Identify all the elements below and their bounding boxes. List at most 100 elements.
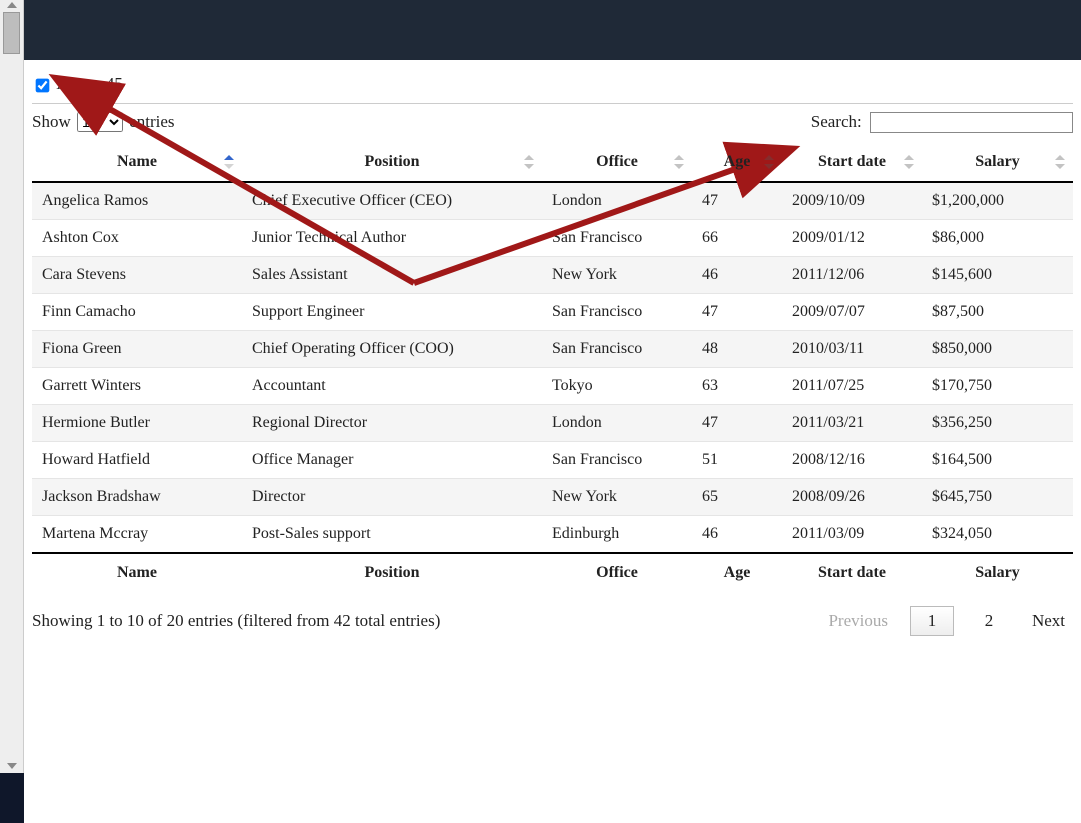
cell-name: Finn Camacho [32, 293, 242, 330]
table-row: Fiona GreenChief Operating Officer (COO)… [32, 330, 1073, 367]
cell-start_date: 2011/03/09 [782, 515, 922, 553]
cell-name: Jackson Bradshaw [32, 478, 242, 515]
col-header-age[interactable]: Age [692, 143, 782, 182]
col-header-salary[interactable]: Salary [922, 143, 1073, 182]
header-band [24, 0, 1081, 60]
cell-start_date: 2011/03/21 [782, 404, 922, 441]
filter-above-45[interactable]: Above 45 [32, 74, 123, 93]
table-body: Angelica RamosChief Executive Officer (C… [32, 182, 1073, 553]
sort-both-icon [764, 155, 774, 169]
cell-office: San Francisco [542, 441, 692, 478]
col-header-office[interactable]: Office [542, 143, 692, 182]
cell-start_date: 2008/09/26 [782, 478, 922, 515]
cell-salary: $645,750 [922, 478, 1073, 515]
filter-above-45-checkbox[interactable] [36, 78, 50, 92]
cell-name: Garrett Winters [32, 367, 242, 404]
table-row: Finn CamachoSupport EngineerSan Francisc… [32, 293, 1073, 330]
search-input[interactable] [870, 112, 1073, 133]
col-label: Office [596, 153, 638, 170]
sort-asc-icon [224, 155, 234, 169]
search-label: Search: [811, 112, 862, 131]
cell-office: Tokyo [542, 367, 692, 404]
filter-above-45-label: Above 45 [56, 74, 123, 93]
table-row: Hermione ButlerRegional DirectorLondon47… [32, 404, 1073, 441]
table-row: Garrett WintersAccountantTokyo632011/07/… [32, 367, 1073, 404]
sort-both-icon [524, 155, 534, 169]
col-header-position[interactable]: Position [242, 143, 542, 182]
sort-both-icon [674, 155, 684, 169]
cell-office: London [542, 182, 692, 220]
col-footer: Salary [922, 553, 1073, 592]
cell-age: 51 [692, 441, 782, 478]
page-button-2[interactable]: 2 [968, 607, 1010, 635]
cell-position: Office Manager [242, 441, 542, 478]
cell-age: 63 [692, 367, 782, 404]
cell-position: Director [242, 478, 542, 515]
page-length-control: Show 102550100 entries [32, 112, 175, 132]
col-label: Age [724, 153, 751, 170]
table-row: Angelica RamosChief Executive Officer (C… [32, 182, 1073, 220]
cell-start_date: 2011/07/25 [782, 367, 922, 404]
sort-both-icon [904, 155, 914, 169]
cell-position: Chief Executive Officer (CEO) [242, 182, 542, 220]
search-control: Search: [811, 112, 1073, 133]
previous-button[interactable]: Previous [820, 607, 896, 635]
pagination: Previous 12 Next [820, 606, 1073, 636]
col-header-name[interactable]: Name [32, 143, 242, 182]
page-length-select[interactable]: 102550100 [77, 112, 123, 132]
cell-start_date: 2009/10/09 [782, 182, 922, 220]
cell-salary: $87,500 [922, 293, 1073, 330]
cell-office: San Francisco [542, 219, 692, 256]
scrollbar-thumb[interactable] [3, 12, 20, 54]
scroll-down-icon [7, 763, 17, 769]
cell-age: 65 [692, 478, 782, 515]
separator [32, 103, 1073, 104]
cell-start_date: 2009/07/07 [782, 293, 922, 330]
col-label: Name [117, 153, 157, 170]
cell-age: 47 [692, 182, 782, 220]
cell-age: 66 [692, 219, 782, 256]
col-label: Position [364, 153, 419, 170]
cell-position: Junior Technical Author [242, 219, 542, 256]
cell-office: New York [542, 478, 692, 515]
cell-age: 47 [692, 404, 782, 441]
scroll-up-icon [7, 2, 17, 8]
cell-age: 47 [692, 293, 782, 330]
table-row: Jackson BradshawDirectorNew York652008/0… [32, 478, 1073, 515]
table-row: Cara StevensSales AssistantNew York46201… [32, 256, 1073, 293]
table-row: Martena MccrayPost-Sales supportEdinburg… [32, 515, 1073, 553]
cell-name: Angelica Ramos [32, 182, 242, 220]
cell-name: Hermione Butler [32, 404, 242, 441]
cell-salary: $86,000 [922, 219, 1073, 256]
cell-office: Edinburgh [542, 515, 692, 553]
table-row: Howard HatfieldOffice ManagerSan Francis… [32, 441, 1073, 478]
cell-position: Post-Sales support [242, 515, 542, 553]
col-footer: Age [692, 553, 782, 592]
cell-name: Howard Hatfield [32, 441, 242, 478]
page-button-1[interactable]: 1 [910, 606, 954, 636]
sort-both-icon [1055, 155, 1065, 169]
cell-position: Chief Operating Officer (COO) [242, 330, 542, 367]
cell-office: New York [542, 256, 692, 293]
cell-position: Accountant [242, 367, 542, 404]
cell-start_date: 2010/03/11 [782, 330, 922, 367]
cell-start_date: 2009/01/12 [782, 219, 922, 256]
cell-start_date: 2008/12/16 [782, 441, 922, 478]
cell-salary: $850,000 [922, 330, 1073, 367]
info-text: Showing 1 to 10 of 20 entries (filtered … [32, 611, 440, 631]
cell-name: Martena Mccray [32, 515, 242, 553]
cell-salary: $164,500 [922, 441, 1073, 478]
cell-position: Sales Assistant [242, 256, 542, 293]
col-footer: Position [242, 553, 542, 592]
length-suffix: entries [129, 112, 174, 131]
next-button[interactable]: Next [1024, 607, 1073, 635]
cell-age: 46 [692, 256, 782, 293]
col-header-start-date[interactable]: Start date [782, 143, 922, 182]
col-footer: Name [32, 553, 242, 592]
cell-start_date: 2011/12/06 [782, 256, 922, 293]
cell-salary: $170,750 [922, 367, 1073, 404]
cell-name: Cara Stevens [32, 256, 242, 293]
cell-salary: $324,050 [922, 515, 1073, 553]
cell-name: Ashton Cox [32, 219, 242, 256]
outer-frame-scrollbar[interactable] [0, 0, 24, 773]
